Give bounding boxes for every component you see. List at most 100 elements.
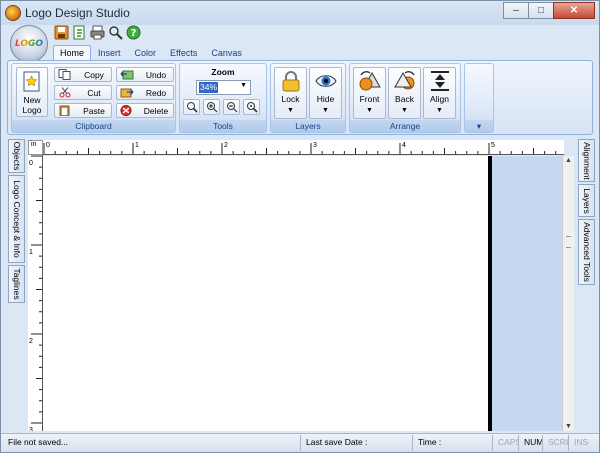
status-caps: CAPS xyxy=(493,435,519,451)
ruler-label-v: 3 xyxy=(29,427,33,431)
tab-alignment[interactable]: Alignment xyxy=(578,139,595,182)
send-back-button[interactable]: Back ▼ xyxy=(388,67,421,119)
tab-advanced-tools[interactable]: Advanced Tools xyxy=(578,219,595,285)
lock-label: Lock xyxy=(281,94,300,104)
undo-button[interactable]: Undo xyxy=(116,67,174,82)
new-logo-label-1: New xyxy=(23,95,41,105)
lock-button[interactable]: Lock ▼ xyxy=(274,67,307,119)
align-icon xyxy=(430,71,449,91)
tools-group-label: Tools xyxy=(180,120,266,132)
export-icon[interactable] xyxy=(72,25,87,40)
zoom-title: Zoom xyxy=(211,67,235,77)
arrange-group-label: Arrange xyxy=(350,120,460,132)
svg-text:?: ? xyxy=(131,28,137,39)
delete-label: Delete xyxy=(143,105,169,116)
overflow-dropdown[interactable]: ▾ xyxy=(465,120,493,132)
status-last-save: Last save Date : xyxy=(301,435,413,451)
tab-layers[interactable]: Layers xyxy=(578,184,595,217)
ruler-label-v: 2 xyxy=(29,338,33,345)
zoom-in-icon xyxy=(206,102,217,113)
design-canvas-area[interactable] xyxy=(43,156,562,431)
tab-home[interactable]: Home xyxy=(53,45,92,61)
redo-button[interactable]: Redo xyxy=(116,85,174,100)
bring-front-button[interactable]: Front ▼ xyxy=(353,67,386,119)
ruler-label-v: 1 xyxy=(29,249,33,256)
new-logo-label-2: Logo xyxy=(22,105,42,115)
new-logo-icon xyxy=(23,71,40,92)
zoom-in-button[interactable] xyxy=(203,99,220,115)
tab-advanced-tools-label: Advanced Tools xyxy=(581,222,592,282)
tab-color[interactable]: Color xyxy=(128,45,164,61)
ruler-label-h: 3 xyxy=(313,142,317,149)
copy-button[interactable]: Copy xyxy=(54,67,112,82)
tab-taglines-label: Taglines xyxy=(11,268,22,300)
tab-objects-label: Objects xyxy=(11,141,22,171)
zoom-value: 34% xyxy=(199,82,219,93)
title-bar: Logo Design Studio – □ ✕ xyxy=(1,1,599,25)
ruler-label-h: 2 xyxy=(224,142,228,149)
chevron-down-icon: ▼ xyxy=(240,82,247,89)
maximize-button[interactable]: □ xyxy=(528,2,554,19)
align-label: Align xyxy=(430,94,449,104)
paste-button[interactable]: Paste xyxy=(54,103,112,118)
tab-effects[interactable]: Effects xyxy=(163,45,204,61)
zoom-select[interactable]: 34% ▼ xyxy=(196,80,251,95)
vertical-ruler: 0 1 2 3 xyxy=(28,155,43,431)
zoom-fit-button[interactable] xyxy=(183,99,200,115)
scroll-up-icon[interactable]: ▲ xyxy=(565,157,572,164)
scrollbar-thumb[interactable] xyxy=(566,236,571,248)
cut-icon xyxy=(59,87,71,98)
print-preview-icon[interactable] xyxy=(108,25,123,40)
save-icon[interactable] xyxy=(54,25,69,40)
cut-button[interactable]: Cut xyxy=(54,85,112,100)
app-window: Logo Design Studio – □ ✕ LOGO ? Home Ins… xyxy=(0,0,600,453)
back-dropdown-icon: ▼ xyxy=(401,107,408,114)
front-label: Front xyxy=(359,94,380,104)
tab-insert[interactable]: Insert xyxy=(91,45,128,61)
ruler-label-h: 1 xyxy=(135,142,139,149)
delete-button[interactable]: Delete xyxy=(116,103,174,118)
logo-orb-text: LOGO xyxy=(14,39,44,49)
status-num: NUM xyxy=(519,435,543,451)
align-button[interactable]: Align ▼ xyxy=(423,67,456,119)
copy-label: Copy xyxy=(84,69,104,80)
hide-label: Hide xyxy=(316,94,335,104)
close-button[interactable]: ✕ xyxy=(553,2,595,19)
help-icon[interactable]: ? xyxy=(126,25,141,40)
ruler-unit: in xyxy=(28,140,43,155)
new-logo-button[interactable]: New Logo xyxy=(16,67,48,117)
overflow-group: ▾ xyxy=(464,63,494,133)
horizontal-ruler: 0 1 2 3 4 5 xyxy=(43,140,564,155)
redo-icon xyxy=(120,88,134,98)
zoom-actual-button[interactable] xyxy=(243,99,260,115)
print-icon[interactable] xyxy=(90,25,105,40)
vertical-scrollbar[interactable]: ▲ ▼ xyxy=(562,156,574,431)
zoom-out-button[interactable] xyxy=(223,99,240,115)
minimize-button[interactable]: – xyxy=(503,2,529,19)
cut-label: Cut xyxy=(87,87,101,98)
hide-button[interactable]: Hide ▼ xyxy=(309,67,342,119)
scroll-down-icon[interactable]: ▼ xyxy=(565,423,572,430)
undo-icon xyxy=(120,70,134,80)
align-dropdown-icon: ▼ xyxy=(436,107,443,114)
tools-group: Zoom 34% ▼ Tools xyxy=(179,63,267,133)
ruler-label-v: 0 xyxy=(29,160,33,167)
ruler-label-h: 5 xyxy=(491,142,495,149)
application-menu-button[interactable]: LOGO xyxy=(10,25,48,63)
window-title: Logo Design Studio xyxy=(25,6,130,20)
tab-objects[interactable]: Objects xyxy=(8,139,25,173)
delete-icon xyxy=(120,105,132,116)
logo-page[interactable] xyxy=(43,156,492,431)
eye-icon xyxy=(314,75,337,87)
ribbon: New Logo Copy Cut Paste Undo Redo Delete… xyxy=(7,60,593,135)
tab-alignment-label: Alignment xyxy=(581,141,592,180)
back-label: Back xyxy=(395,94,414,104)
right-panel-tabs: Alignment Layers Advanced Tools xyxy=(578,139,595,433)
tab-canvas[interactable]: Canvas xyxy=(204,45,249,61)
app-icon[interactable] xyxy=(5,5,21,21)
tab-logo-concept[interactable]: Logo Concept & Info xyxy=(8,175,25,263)
ruler-label-h: 0 xyxy=(46,142,50,149)
tab-taglines[interactable]: Taglines xyxy=(8,265,25,303)
quick-access-toolbar: ? xyxy=(54,25,141,40)
zoom-actual-icon xyxy=(246,102,258,113)
